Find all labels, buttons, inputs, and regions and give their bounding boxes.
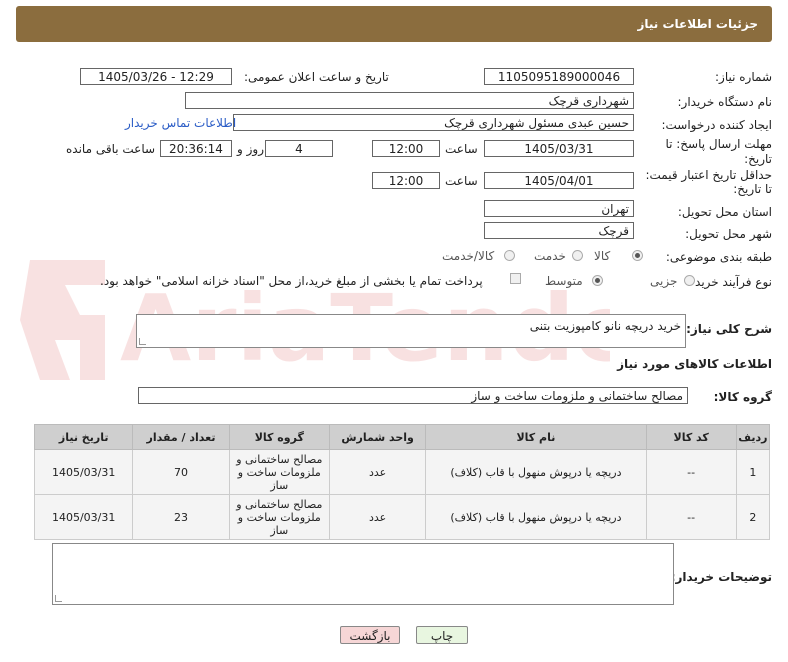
description-text: خرید دریچه نانو کامپوزیت بتنی <box>529 319 681 333</box>
page-header: جزئیات اطلاعات نیاز <box>16 6 772 42</box>
process-option-medium: متوسط <box>545 274 583 288</box>
day-label: روز و <box>237 142 264 156</box>
category-radio-service[interactable] <box>572 250 583 261</box>
validity-label-line2: تا تاریخ: <box>733 182 772 196</box>
process-radio-minor[interactable] <box>684 275 695 286</box>
validity-date-field: 1405/04/01 <box>484 172 634 189</box>
deadline-label-line2: تاریخ: <box>744 152 772 166</box>
cell-name: دریچه یا درپوش منهول با قاب (کلاف) <box>425 449 647 495</box>
validity-hour-label: ساعت <box>445 174 478 188</box>
remaining-time-field: 20:36:14 <box>160 140 232 157</box>
col-header-row-num: ردیف <box>735 424 771 450</box>
cell-date: 1405/03/31 <box>33 449 134 495</box>
print-button[interactable]: چاپ <box>416 626 468 644</box>
col-header-qty: تعداد / مقدار <box>132 424 230 450</box>
announce-field: 1405/03/26 - 12:29 <box>80 68 232 85</box>
category-label: طبقه بندی موضوعی: <box>665 250 772 264</box>
cell-name: دریچه یا درپوش منهول با قاب (کلاف) <box>425 494 647 540</box>
resize-grip-icon[interactable] <box>139 338 146 345</box>
col-header-code: کد کالا <box>645 424 737 450</box>
category-radio-goods-service[interactable] <box>504 250 515 261</box>
goods-group-label: گروه کالا: <box>713 390 772 404</box>
creator-field: حسین عبدی مسئول شهرداری قرچک <box>233 114 634 131</box>
cell-code: -- <box>645 449 737 495</box>
announce-label: تاریخ و ساعت اعلان عمومی: <box>244 70 389 84</box>
table-row: 1 -- دریچه یا درپوش منهول با قاب (کلاف) … <box>33 449 771 495</box>
table-header-row: ردیف کد کالا نام کالا واحد شمارش گروه کا… <box>33 424 771 450</box>
days-field: 4 <box>265 140 333 157</box>
col-header-group: گروه کالا <box>228 424 330 450</box>
buyer-org-label: نام دستگاه خریدار: <box>677 95 773 109</box>
validity-label-line1: حداقل تاریخ اعتبار قیمت: <box>645 168 772 182</box>
process-radio-medium[interactable] <box>592 275 603 286</box>
cell-group: مصالح ساختمانی و ملزومات ساخت و ساز <box>228 494 330 540</box>
buyer-org-field: شهرداری قرچک <box>185 92 634 109</box>
items-table: ردیف کد کالا نام کالا واحد شمارش گروه کا… <box>33 424 771 540</box>
payment-note: پرداخت تمام یا بخشی از مبلغ خرید،از محل … <box>100 274 483 288</box>
deadline-hour-label: ساعت <box>445 142 478 156</box>
category-option-service: خدمت <box>534 249 566 263</box>
cell-qty: 70 <box>132 449 230 495</box>
city-label: شهر محل تحویل: <box>685 227 772 241</box>
goods-info-title: اطلاعات کالاهای مورد نیاز <box>617 357 772 371</box>
category-radio-goods[interactable] <box>632 250 643 261</box>
province-label: استان محل تحویل: <box>677 205 772 219</box>
cell-row-num: 2 <box>735 494 771 540</box>
treasury-checkbox[interactable] <box>510 273 521 284</box>
remaining-label: ساعت باقی مانده <box>66 142 156 156</box>
process-option-minor: جزیی <box>650 274 678 288</box>
goods-group-field: مصالح ساختمانی و ملزومات ساخت و ساز <box>138 387 688 404</box>
category-option-goods-service: کالا/خدمت <box>442 249 495 263</box>
col-header-date: تاریخ نیاز <box>33 424 134 450</box>
buyer-contact-link[interactable]: اطلاعات تماس خریدار <box>125 116 236 130</box>
need-number-label: شماره نیاز: <box>715 70 772 84</box>
creator-label: ایجاد کننده درخواست: <box>661 118 772 132</box>
cell-unit: عدد <box>328 494 427 540</box>
validity-time-field: 12:00 <box>372 172 440 189</box>
description-label: شرح کلی نیاز: <box>686 322 772 336</box>
city-field: قرچک <box>484 222 634 239</box>
cell-code: -- <box>645 494 737 540</box>
buyer-notes-textarea[interactable] <box>52 543 674 605</box>
back-button[interactable]: بازگشت <box>340 626 400 644</box>
cell-date: 1405/03/31 <box>33 494 134 540</box>
need-number-field: 1105095189000046 <box>484 68 634 85</box>
page-title: جزئیات اطلاعات نیاز <box>637 17 758 31</box>
province-field: تهران <box>484 200 634 217</box>
description-textarea[interactable]: خرید دریچه نانو کامپوزیت بتنی <box>136 314 686 348</box>
col-header-name: نام کالا <box>425 424 647 450</box>
cell-unit: عدد <box>328 449 427 495</box>
cell-qty: 23 <box>132 494 230 540</box>
cell-row-num: 1 <box>735 449 771 495</box>
table-row: 2 -- دریچه یا درپوش منهول با قاب (کلاف) … <box>33 494 771 540</box>
cell-group: مصالح ساختمانی و ملزومات ساخت و ساز <box>228 449 330 495</box>
process-label: نوع فرآیند خرید : <box>687 275 772 289</box>
deadline-time-field: 12:00 <box>372 140 440 157</box>
resize-grip-icon[interactable] <box>55 595 62 602</box>
deadline-date-field: 1405/03/31 <box>484 140 634 157</box>
category-option-goods: کالا <box>594 249 611 263</box>
col-header-unit: واحد شمارش <box>328 424 427 450</box>
deadline-label-line1: مهلت ارسال پاسخ: تا <box>665 137 772 151</box>
buyer-notes-label: توضیحات خریدار: <box>670 570 772 584</box>
